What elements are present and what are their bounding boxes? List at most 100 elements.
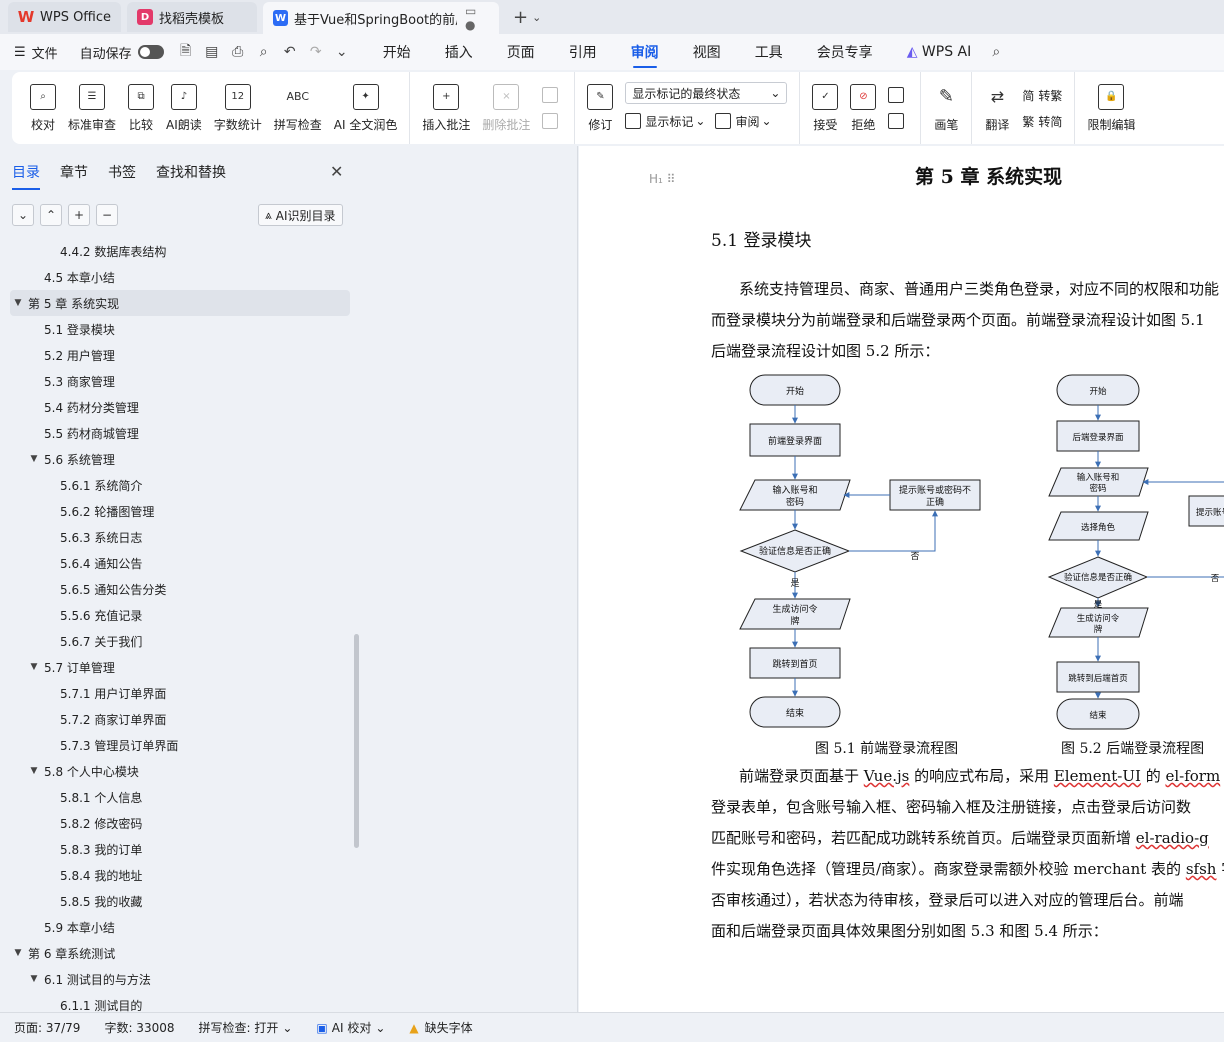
revise-button[interactable]: ✎ 修订 [581, 72, 619, 144]
toc-item[interactable]: ▼ 第 5 章 系统实现 [10, 290, 350, 316]
close-icon[interactable]: ✕ [330, 162, 343, 181]
toc-item[interactable]: 5.7.1 用户订单界面 [10, 680, 350, 706]
toc-item[interactable]: ▼ 5.8 个人中心模块 [10, 758, 350, 784]
new-tab-button[interactable]: + ⌄ [505, 2, 549, 32]
expand-down-icon[interactable]: ⌄ [12, 204, 34, 226]
tab-wps-office[interactable]: W WPS Office [8, 2, 122, 32]
toc-item[interactable]: 5.6.1 系统简介 [10, 472, 350, 498]
review-pane-button[interactable]: 审阅 [735, 113, 759, 130]
tab-docer-templates[interactable]: D 找稻壳模板 [127, 2, 258, 32]
tab-review[interactable]: 审阅 [631, 36, 659, 68]
page-indicator[interactable]: 页面: 37/79 [14, 1019, 80, 1036]
ai-read-button[interactable]: ♪ AI朗读 [160, 72, 208, 144]
export-pdf-icon[interactable]: ▤ [204, 44, 220, 60]
nav-tab-toc[interactable]: 目录 [12, 162, 40, 190]
nav-tab-chapters[interactable]: 章节 [60, 162, 88, 190]
pen-button[interactable]: ✎ 画笔 [927, 72, 965, 144]
markup-state-select[interactable]: 显示标记的最终状态 ⌄ [625, 82, 788, 104]
expand-arrow-icon[interactable]: ▼ [28, 454, 40, 464]
toc-item[interactable]: 5.2 用户管理 [10, 342, 350, 368]
toc-item[interactable]: 6.1.1 测试目的 [10, 992, 350, 1013]
toc-item[interactable]: 5.6.2 轮播图管理 [10, 498, 350, 524]
toc-item[interactable]: 5.6.4 通知公告 [10, 550, 350, 576]
toc-item[interactable]: 5.5.6 充值记录 [10, 602, 350, 628]
toc-item[interactable]: 5.6.3 系统日志 [10, 524, 350, 550]
expand-arrow-icon[interactable]: ▼ [12, 948, 24, 958]
std-review-button[interactable]: ☰ 标准审查 [62, 72, 122, 144]
heading-level-marker[interactable]: H₁ ⠿ [649, 172, 675, 186]
ai-check-status[interactable]: ▣ AI 校对 ⌄ [316, 1019, 385, 1036]
print-icon[interactable]: ⎙ [230, 44, 246, 60]
print-preview-icon[interactable]: ⌕ [256, 44, 272, 60]
proofread-button[interactable]: ⌕ 校对 [24, 72, 62, 144]
insert-comment-button[interactable]: + 插入批注 [416, 72, 476, 144]
nav-tab-bookmarks[interactable]: 书签 [108, 162, 136, 190]
tab-member[interactable]: 会员专享 [817, 36, 873, 68]
next-change-icon[interactable] [888, 113, 905, 129]
toc-item[interactable]: 5.8.1 个人信息 [10, 784, 350, 810]
word-count[interactable]: 字数: 33008 [104, 1019, 174, 1036]
toc-item[interactable]: 5.6.7 关于我们 [10, 628, 350, 654]
undo-icon[interactable]: ↶ [282, 44, 298, 60]
prev-comment-icon[interactable] [542, 87, 559, 103]
tab-insert[interactable]: 插入 [445, 36, 473, 68]
next-comment-icon[interactable] [542, 113, 559, 129]
tab-view[interactable]: 视图 [693, 36, 721, 68]
tab-tools[interactable]: 工具 [755, 36, 783, 68]
to-traditional-button[interactable]: 简转繁 [1022, 82, 1062, 108]
save-icon[interactable]: 🗎 [178, 43, 194, 60]
file-menu[interactable]: ☰ 文件 [14, 43, 58, 62]
redo-icon[interactable]: ↷ [308, 44, 324, 60]
add-heading-icon[interactable]: + [68, 204, 90, 226]
expand-arrow-icon[interactable]: ▼ [28, 766, 40, 776]
toc-item[interactable]: ▼ 5.6 系统管理 [10, 446, 350, 472]
toc-item[interactable]: 5.8.4 我的地址 [10, 862, 350, 888]
delete-comment-button[interactable]: × 删除批注 [476, 72, 536, 144]
toc-item[interactable]: 4.5 本章小结 [10, 264, 350, 290]
tab-close-icon[interactable]: ▭ ● [465, 4, 489, 32]
toc-scrollbar[interactable] [354, 634, 359, 848]
toc-item[interactable]: 5.8.5 我的收藏 [10, 888, 350, 914]
more-chevron-icon[interactable]: ⌄ [334, 44, 350, 60]
tab-references[interactable]: 引用 [569, 36, 597, 68]
tab-wps-ai[interactable]: ◭ WPS AI [907, 38, 972, 66]
tab-document[interactable]: W 基于Vue和SpringBoot的前后 ▭ ● [263, 2, 500, 34]
restrict-edit-button[interactable]: 🔒 限制编辑 [1081, 72, 1141, 144]
toc-item[interactable]: 5.6.5 通知公告分类 [10, 576, 350, 602]
nav-tab-find-replace[interactable]: 查找和替换 [156, 162, 226, 190]
expand-arrow-icon[interactable]: ▼ [28, 662, 40, 672]
toc-item[interactable]: 5.5 药材商城管理 [10, 420, 350, 446]
search-icon[interactable]: ⌕ [988, 44, 1004, 60]
toc-item[interactable]: 4.4.2 数据库表结构 [10, 238, 350, 264]
toc-item[interactable]: 5.8.2 修改密码 [10, 810, 350, 836]
remove-heading-icon[interactable]: − [96, 204, 118, 226]
spell-check-status[interactable]: 拼写检查: 打开 ⌄ [199, 1019, 293, 1036]
ai-polish-button[interactable]: ✦ AI 全文润色 [328, 72, 404, 144]
missing-font-status[interactable]: ▲ 缺失字体 [409, 1019, 472, 1036]
toc-item[interactable]: ▼ 第 6 章系统测试 [10, 940, 350, 966]
toc-item[interactable]: 5.7.2 商家订单界面 [10, 706, 350, 732]
word-count-button[interactable]: 12 字数统计 [208, 72, 268, 144]
compare-button[interactable]: ⧉ 比较 [122, 72, 160, 144]
translate-button[interactable]: ⇄ 翻译 [978, 72, 1016, 144]
collapse-up-icon[interactable]: ⌃ [40, 204, 62, 226]
expand-arrow-icon[interactable]: ▼ [12, 298, 24, 308]
accept-button[interactable]: ✓ 接受 [806, 72, 844, 144]
toc-item[interactable]: 5.4 药材分类管理 [10, 394, 350, 420]
chevron-down-icon[interactable]: ⌄ [532, 11, 541, 24]
toc-item[interactable]: 5.9 本章小结 [10, 914, 350, 940]
autosave[interactable]: 自动保存 [80, 43, 164, 62]
toc-item[interactable]: ▼ 5.7 订单管理 [10, 654, 350, 680]
expand-arrow-icon[interactable]: ▼ [28, 974, 40, 984]
tab-page[interactable]: 页面 [507, 36, 535, 68]
toc-item[interactable]: 5.7.3 管理员订单界面 [10, 732, 350, 758]
reject-button[interactable]: ⊘ 拒绝 [844, 72, 882, 144]
show-markup-button[interactable]: 显示标记 [645, 113, 693, 130]
to-simplified-button[interactable]: 繁转简 [1022, 108, 1062, 134]
prev-change-icon[interactable] [888, 87, 905, 103]
toc-item[interactable]: 5.3 商家管理 [10, 368, 350, 394]
toc-item[interactable]: ▼ 6.1 测试目的与方法 [10, 966, 350, 992]
toc-item[interactable]: 5.8.3 我的订单 [10, 836, 350, 862]
tab-home[interactable]: 开始 [383, 36, 411, 68]
spell-check-button[interactable]: ABC 拼写检查 [268, 72, 328, 144]
